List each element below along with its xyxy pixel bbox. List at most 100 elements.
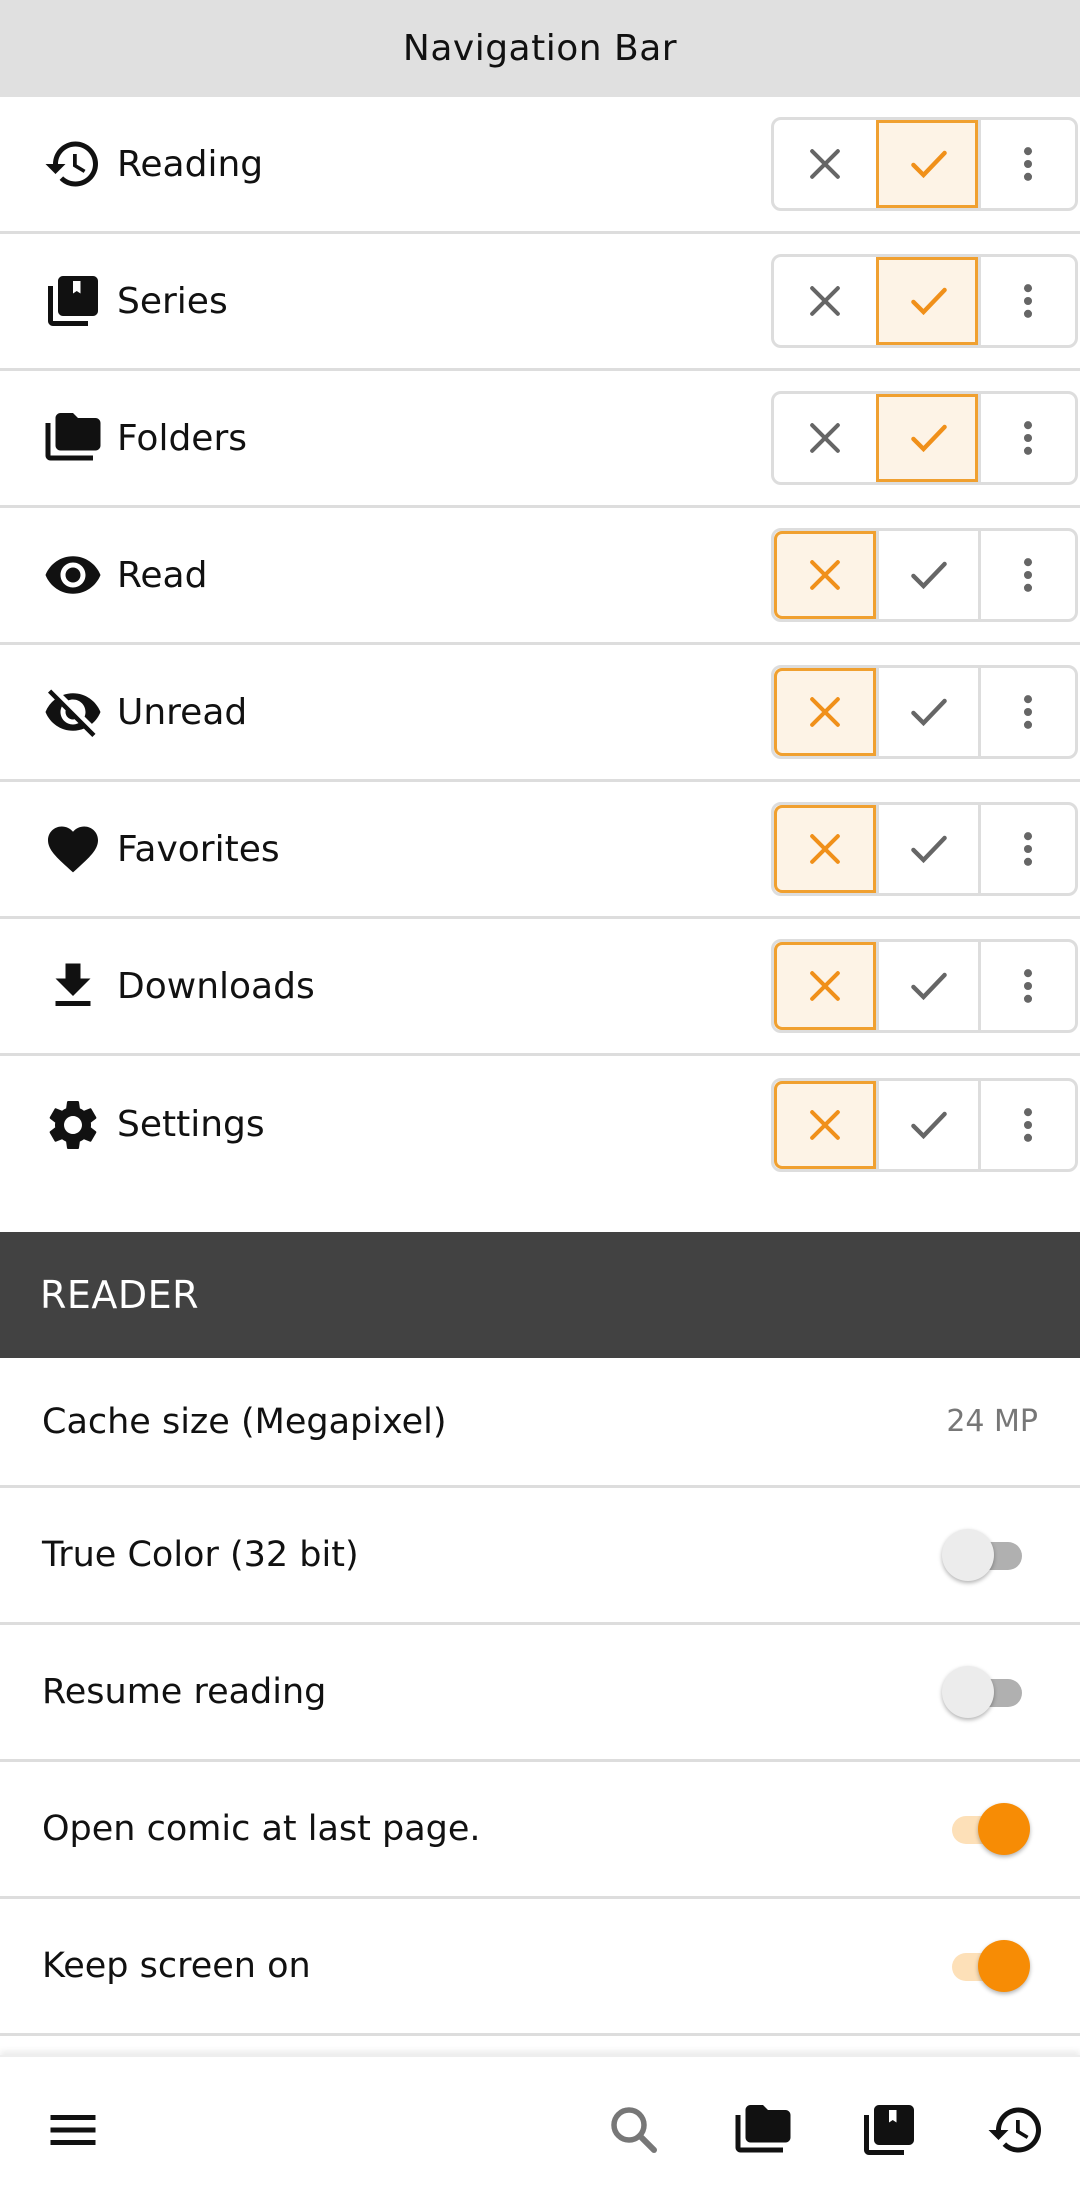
enable-button[interactable] xyxy=(876,394,978,482)
nav-item-label: Series xyxy=(117,280,228,322)
more-options-button[interactable] xyxy=(978,120,1075,208)
nav-item-label: Favorites xyxy=(117,828,280,870)
close-icon xyxy=(810,149,840,179)
nav-item-state-toggle xyxy=(771,117,1078,211)
search-icon xyxy=(611,2107,657,2153)
more-vertical-icon xyxy=(1023,1107,1033,1142)
nav-item-label: Downloads xyxy=(117,965,315,1007)
check-icon xyxy=(910,424,947,453)
more-options-button[interactable] xyxy=(978,1080,1075,1169)
setting-row[interactable]: Cache size (Megapixel) 24 MP xyxy=(0,1358,1080,1488)
close-icon xyxy=(810,1109,840,1140)
disable-button[interactable] xyxy=(774,942,876,1030)
switch-thumb xyxy=(978,1940,1030,1992)
setting-toggle-switch[interactable] xyxy=(942,1666,1032,1718)
search-button[interactable] xyxy=(601,2097,667,2163)
enable-button[interactable] xyxy=(876,942,978,1030)
setting-row[interactable]: Resume reading xyxy=(0,1625,1080,1762)
nav-item-icon xyxy=(42,681,104,743)
top-bar: Navigation Bar xyxy=(0,0,1080,97)
more-options-button[interactable] xyxy=(978,531,1075,619)
history-icon xyxy=(988,2107,1041,2153)
disable-button[interactable] xyxy=(774,120,876,208)
check-icon xyxy=(910,561,947,590)
check-icon xyxy=(910,287,947,316)
more-vertical-icon xyxy=(1023,147,1033,181)
nav-item-state-toggle xyxy=(771,528,1078,622)
check-icon xyxy=(910,150,947,179)
check-icon xyxy=(910,835,947,864)
more-options-button[interactable] xyxy=(978,805,1075,893)
download-icon xyxy=(55,963,91,1006)
close-icon xyxy=(810,423,840,453)
nav-item-favorites: Favorites xyxy=(0,782,1080,919)
more-options-button[interactable] xyxy=(978,942,1075,1030)
nav-item-icon xyxy=(42,407,104,469)
enable-button[interactable] xyxy=(876,1080,978,1169)
nav-item-icon xyxy=(42,1094,104,1156)
more-options-button[interactable] xyxy=(978,394,1075,482)
nav-item-label: Settings xyxy=(117,1104,265,1145)
disable-button[interactable] xyxy=(774,531,876,619)
more-vertical-icon xyxy=(1023,284,1033,318)
enable-button[interactable] xyxy=(876,805,978,893)
switch-thumb xyxy=(942,1529,994,1581)
more-options-button[interactable] xyxy=(978,257,1075,345)
nav-item-folders: Folders xyxy=(0,371,1080,508)
nav-item-unread: Unread xyxy=(0,645,1080,782)
nav-item-icon xyxy=(42,270,104,332)
close-icon xyxy=(810,286,840,316)
switch-thumb xyxy=(942,1666,994,1718)
eye-icon xyxy=(45,556,101,594)
more-options-button[interactable] xyxy=(978,668,1075,756)
series-button[interactable] xyxy=(856,2097,922,2163)
menu-button[interactable] xyxy=(40,2097,106,2163)
nav-item-downloads: Downloads xyxy=(0,919,1080,1056)
close-icon xyxy=(810,697,840,727)
enable-button[interactable] xyxy=(876,668,978,756)
setting-label: True Color (32 bit) xyxy=(42,1535,359,1575)
more-vertical-icon xyxy=(1023,695,1033,729)
disable-button[interactable] xyxy=(774,1080,876,1169)
nav-item-state-toggle xyxy=(771,802,1078,896)
check-icon xyxy=(910,972,947,1001)
disable-button[interactable] xyxy=(774,805,876,893)
folders-button[interactable] xyxy=(730,2097,796,2163)
more-vertical-icon xyxy=(1023,558,1033,592)
setting-label: Cache size (Megapixel) xyxy=(42,1401,447,1442)
eye-off-icon xyxy=(45,689,101,737)
page-title: Navigation Bar xyxy=(402,28,678,69)
enable-button[interactable] xyxy=(876,531,978,619)
enable-button[interactable] xyxy=(876,257,978,345)
section-header-reader: READER xyxy=(0,1232,1080,1358)
setting-row[interactable]: Keep screen on xyxy=(0,1899,1080,2036)
close-icon xyxy=(810,834,840,864)
enable-button[interactable] xyxy=(876,120,978,208)
setting-label: Open comic at last page. xyxy=(42,1809,481,1849)
setting-toggle-switch[interactable] xyxy=(942,1529,1032,1581)
library-books-icon xyxy=(864,2105,914,2155)
nav-item-icon xyxy=(42,955,104,1017)
nav-item-series: Series xyxy=(0,234,1080,371)
nav-item-reading: Reading xyxy=(0,97,1080,234)
disable-button[interactable] xyxy=(774,668,876,756)
nav-item-state-toggle xyxy=(771,254,1078,348)
disable-button[interactable] xyxy=(774,394,876,482)
nav-item-label: Unread xyxy=(117,691,248,733)
nav-item-settings: Settings xyxy=(0,1056,1080,1193)
nav-item-label: Folders xyxy=(117,417,248,459)
reading-button[interactable] xyxy=(983,2097,1049,2163)
check-icon xyxy=(910,698,947,727)
nav-item-state-toggle xyxy=(771,665,1078,759)
setting-row[interactable]: True Color (32 bit) xyxy=(0,1488,1080,1625)
setting-toggle-switch[interactable] xyxy=(952,1940,1032,1992)
switch-thumb xyxy=(978,1803,1030,1855)
nav-item-icon xyxy=(42,133,104,195)
folder-copy-icon xyxy=(735,2105,791,2153)
more-vertical-icon xyxy=(1023,421,1033,455)
disable-button[interactable] xyxy=(774,257,876,345)
setting-row[interactable]: Open comic at last page. xyxy=(0,1762,1080,1899)
setting-toggle-switch[interactable] xyxy=(952,1803,1032,1855)
nav-item-read: Read xyxy=(0,508,1080,645)
gear-icon xyxy=(49,1100,97,1149)
